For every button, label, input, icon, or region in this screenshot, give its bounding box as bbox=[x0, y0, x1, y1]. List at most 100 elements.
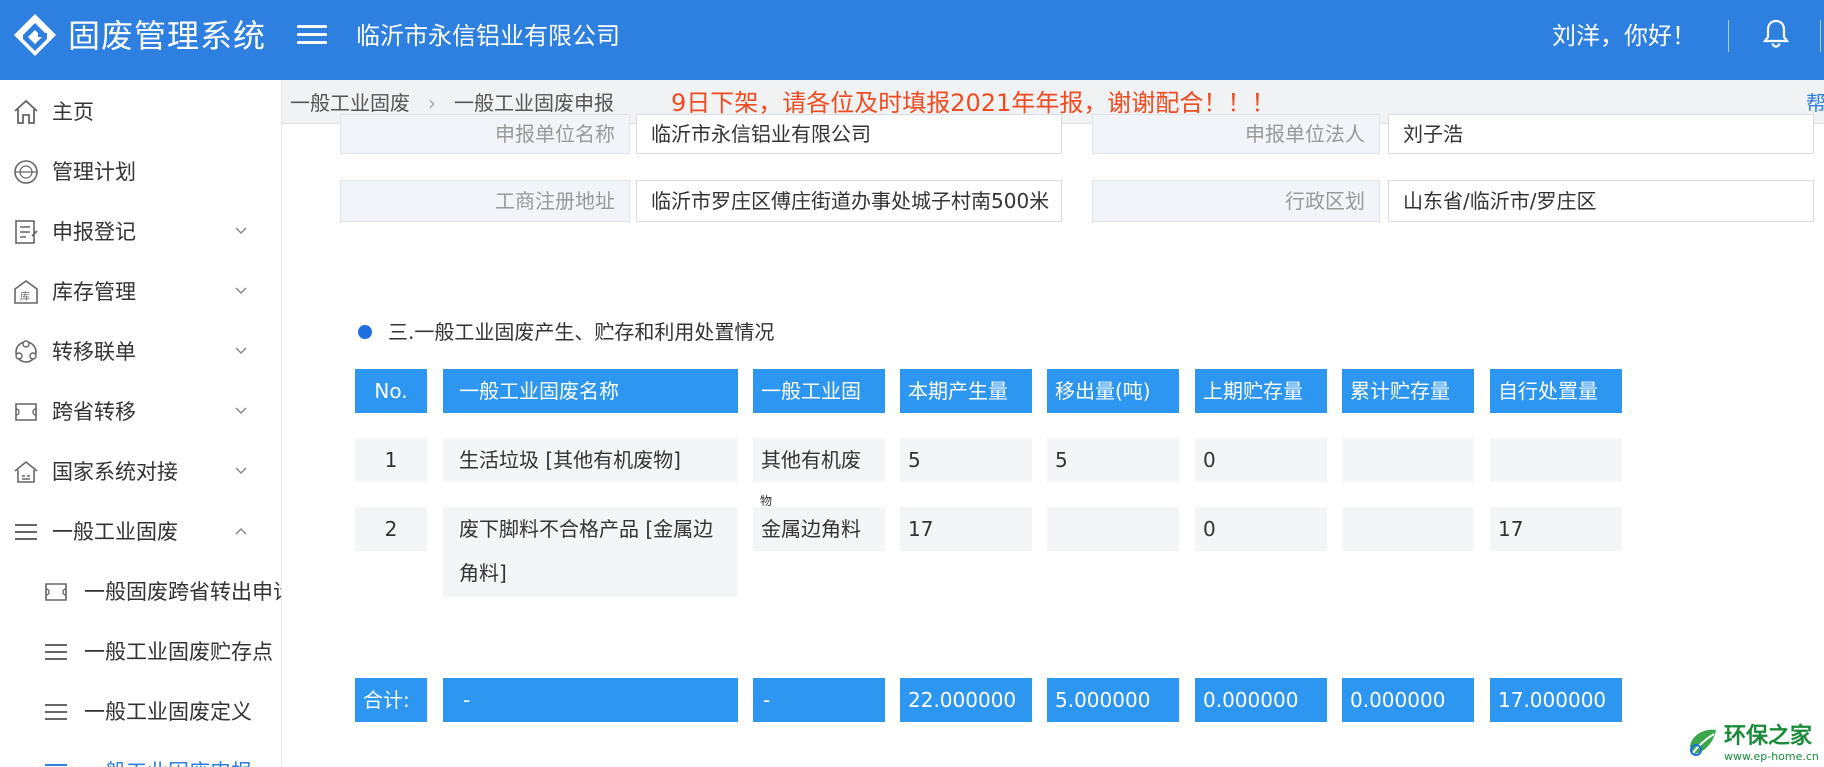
warehouse-icon: 库 bbox=[14, 280, 38, 304]
sidebar-item-label: 转移联单 bbox=[52, 340, 136, 364]
chevron-down-icon bbox=[235, 347, 247, 355]
table-cell-no: 1 bbox=[355, 438, 427, 482]
bell-icon[interactable] bbox=[1762, 18, 1790, 48]
logo-icon bbox=[14, 14, 56, 56]
plan-badge-icon bbox=[14, 160, 38, 184]
list-icon bbox=[45, 704, 67, 720]
sidebar-subitem-storage-point[interactable]: 一般工业固废贮存点 bbox=[0, 624, 281, 680]
sidebar-item-label: 一般工业固废 bbox=[52, 520, 178, 544]
table-footer-generated: 22.000000 bbox=[900, 678, 1032, 722]
table-cell-name[interactable]: 废下脚料不合格产品 [金属边角料] bbox=[443, 507, 738, 597]
table-footer-label: 合计: bbox=[355, 678, 427, 722]
sidebar-item-general-waste[interactable]: 一般工业固废 bbox=[0, 504, 281, 560]
breadcrumb-item[interactable]: 一般工业固废 bbox=[290, 90, 410, 116]
watermark-text: 环保之家 bbox=[1724, 724, 1813, 749]
table-footer-name: - bbox=[443, 678, 738, 722]
register-form-icon bbox=[15, 220, 38, 244]
sidebar-item-label: 跨省转移 bbox=[52, 400, 136, 424]
app-title: 固废管理系统 bbox=[68, 17, 267, 55]
table-footer-moved-out: 5.000000 bbox=[1047, 678, 1179, 722]
table-header-self-disposal: 自行处置量 bbox=[1490, 369, 1622, 413]
home-icon bbox=[14, 99, 38, 124]
user-greeting[interactable]: 刘洋，你好！ bbox=[1552, 20, 1696, 52]
section-title: 三.一般工业固废产生、贮存和利用处置情况 bbox=[388, 320, 775, 344]
sidebar-subitem-definition[interactable]: 一般工业固废定义 bbox=[0, 684, 281, 740]
sidebar-item-label: 一般工业固废申报 bbox=[84, 758, 252, 767]
breadcrumb-separator-icon: › bbox=[428, 91, 436, 115]
list-icon bbox=[45, 644, 67, 660]
sidebar-subitem-declaration[interactable]: 一般工业固废申报 bbox=[0, 744, 281, 767]
sidebar-item-label: 主页 bbox=[52, 100, 94, 124]
sidebar-item-label: 管理计划 bbox=[52, 160, 136, 184]
sidebar-item-label: 国家系统对接 bbox=[52, 460, 178, 484]
table-header-prev-storage: 上期贮存量 bbox=[1195, 369, 1327, 413]
leaf-logo-icon bbox=[1690, 729, 1716, 756]
address-field[interactable]: 临沂市罗庄区傅庄街道办事处城子村南500米 bbox=[636, 180, 1062, 222]
unit-name-label: 申报单位名称 bbox=[340, 114, 630, 154]
table-footer-type: - bbox=[753, 678, 885, 722]
table-cell-self-disposal[interactable]: 17 bbox=[1490, 507, 1622, 551]
table-footer-self-disposal: 17.000000 bbox=[1490, 678, 1622, 722]
table-cell-type-note: 物 bbox=[760, 494, 773, 508]
table-cell-no: 2 bbox=[355, 507, 427, 551]
table-cell-self-disposal[interactable] bbox=[1490, 438, 1622, 482]
legal-person-label: 申报单位法人 bbox=[1092, 114, 1380, 154]
company-name: 临沂市永信铝业有限公司 bbox=[356, 22, 620, 50]
unit-name-field[interactable]: 临沂市永信铝业有限公司 bbox=[636, 114, 1062, 154]
transfer-cycle-icon bbox=[15, 340, 37, 363]
table-cell-generated[interactable]: 17 bbox=[900, 507, 1032, 551]
sidebar-item-register[interactable]: 申报登记 bbox=[0, 204, 281, 260]
sidebar-item-label: 一般工业固废贮存点 bbox=[84, 640, 273, 664]
table-header-generated: 本期产生量 bbox=[900, 369, 1032, 413]
table-cell-cum-storage[interactable] bbox=[1342, 438, 1474, 482]
table-cell-prev-storage[interactable]: 0 bbox=[1195, 438, 1327, 482]
table-cell-moved-out[interactable] bbox=[1047, 507, 1179, 551]
cross-province-icon bbox=[15, 403, 37, 421]
chevron-up-icon bbox=[235, 527, 247, 535]
table-cell-type: 其他有机废 bbox=[753, 438, 885, 482]
top-header: 固废管理系统 临沂市永信铝业有限公司 刘洋，你好！ bbox=[0, 0, 1824, 80]
table-cell-name[interactable]: 生活垃圾 [其他有机废物] bbox=[443, 438, 738, 482]
table-footer-prev-storage: 0.000000 bbox=[1195, 678, 1327, 722]
table-cell-type: 金属边角料 bbox=[753, 507, 885, 551]
legal-person-field[interactable]: 刘子浩 bbox=[1388, 114, 1814, 154]
sidebar-subitem-cross-province-out[interactable]: 一般固废跨省转出申请 bbox=[0, 564, 282, 620]
sidebar-item-cross-province[interactable]: 跨省转移 bbox=[0, 384, 281, 440]
chevron-down-icon bbox=[235, 227, 247, 235]
breadcrumb-item[interactable]: 一般工业固废申报 bbox=[454, 90, 618, 116]
sidebar-item-label: 一般工业固废定义 bbox=[84, 700, 252, 724]
table-header-moved-out: 移出量(吨) bbox=[1047, 369, 1179, 413]
region-field[interactable]: 山东省/临沂市/罗庄区 bbox=[1388, 180, 1814, 222]
sidebar-item-inventory[interactable]: 库 库存管理 bbox=[0, 264, 281, 320]
sidebar-item-label: 库存管理 bbox=[52, 280, 136, 304]
table-cell-generated[interactable]: 5 bbox=[900, 438, 1032, 482]
chevron-down-icon bbox=[235, 287, 247, 295]
table-cell-cum-storage[interactable] bbox=[1342, 507, 1474, 551]
table-cell-prev-storage[interactable]: 0 bbox=[1195, 507, 1327, 551]
table-header-name: 一般工业固废名称 bbox=[443, 369, 738, 413]
table-footer-cum-storage: 0.000000 bbox=[1342, 678, 1474, 722]
watermark-url: www.ep-home.cn bbox=[1724, 750, 1819, 763]
address-label: 工商注册地址 bbox=[340, 180, 630, 222]
help-link[interactable]: 帮 bbox=[1806, 90, 1824, 116]
svg-text:库: 库 bbox=[20, 290, 30, 303]
table-header-no: No. bbox=[355, 369, 427, 413]
table-cell-moved-out[interactable]: 5 bbox=[1047, 438, 1179, 482]
sidebar-item-transfer[interactable]: 转移联单 bbox=[0, 324, 281, 380]
menu-toggle-button[interactable] bbox=[297, 20, 327, 50]
national-system-icon bbox=[14, 460, 38, 483]
sidebar-item-national-system[interactable]: 国家系统对接 bbox=[0, 444, 281, 500]
sidebar-item-home[interactable]: 主页 bbox=[0, 84, 281, 140]
list-icon bbox=[15, 524, 37, 540]
cross-province-icon bbox=[45, 583, 67, 601]
table-header-type: 一般工业固 bbox=[753, 369, 885, 413]
sidebar-item-label: 申报登记 bbox=[52, 220, 136, 244]
chevron-down-icon bbox=[235, 467, 247, 475]
sidebar-item-label: 一般固废跨省转出申请 bbox=[84, 580, 282, 604]
sidebar: 主页 管理计划 申报登记 库 库存管理 转移联单 跨省转移 国家系统对接 一般工… bbox=[0, 80, 282, 767]
header-divider bbox=[1728, 20, 1729, 52]
chevron-down-icon bbox=[235, 407, 247, 415]
table-header-cum-storage: 累计贮存量 bbox=[1342, 369, 1474, 413]
sidebar-item-plan[interactable]: 管理计划 bbox=[0, 144, 281, 200]
header-divider bbox=[1820, 20, 1821, 52]
